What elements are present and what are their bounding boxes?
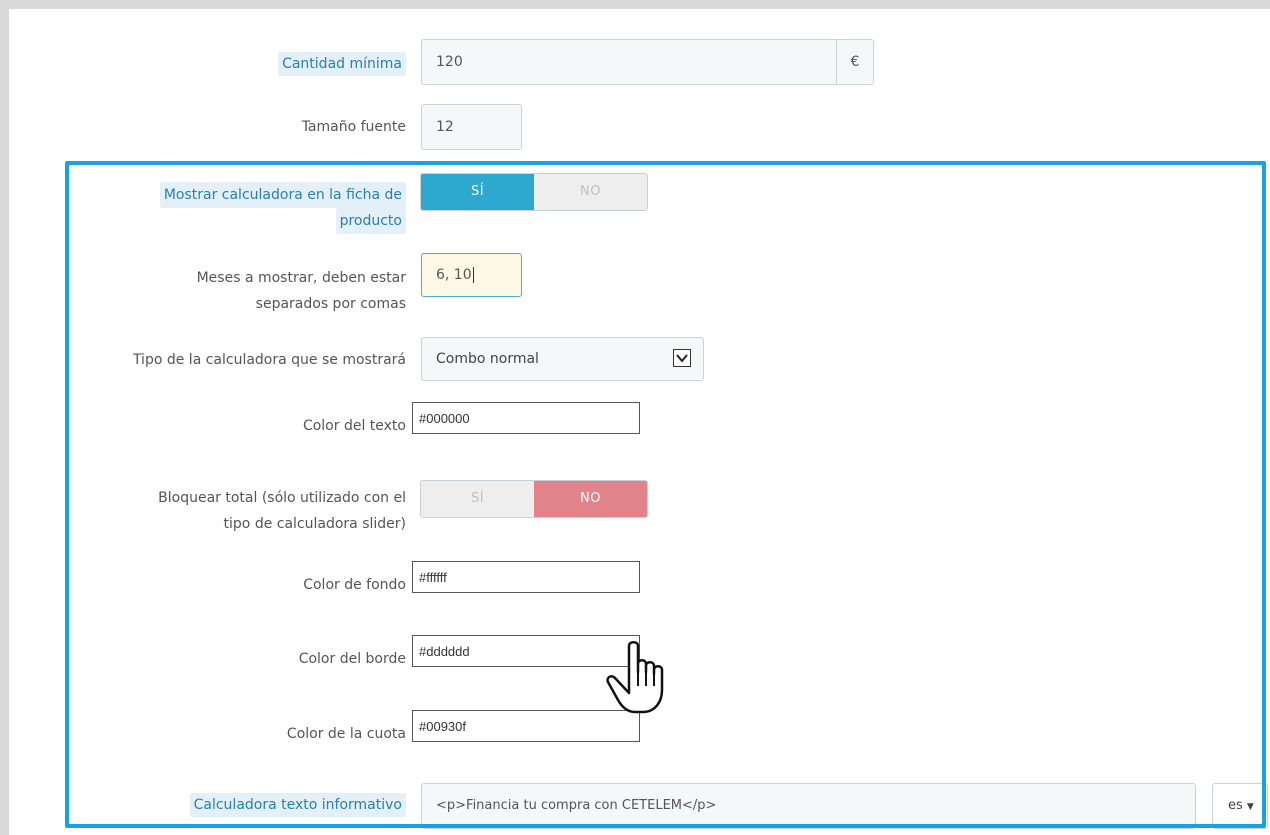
color-borde-label: Color del borde bbox=[298, 651, 406, 667]
language-label: es bbox=[1228, 798, 1243, 813]
language-dropdown-button[interactable]: es ▼ bbox=[1212, 783, 1268, 829]
meses-value: 6, 10 bbox=[436, 267, 474, 283]
tamano-fuente-value: 12 bbox=[436, 119, 454, 135]
bloquear-total-label: Bloquear total (sólo utilizado con el ti… bbox=[158, 490, 406, 532]
tamano-fuente-label: Tamaño fuente bbox=[301, 119, 406, 135]
tamano-fuente-input[interactable]: 12 bbox=[421, 104, 522, 150]
bloquear-total-toggle[interactable]: SÍ NO bbox=[420, 480, 648, 518]
hand-pointer-icon bbox=[603, 638, 683, 722]
color-texto-input[interactable] bbox=[412, 402, 640, 434]
cantidad-minima-input[interactable]: 120 € bbox=[421, 39, 874, 85]
currency-addon: € bbox=[836, 40, 873, 84]
color-texto-label: Color del texto bbox=[302, 418, 406, 434]
meses-input[interactable]: 6, 10 bbox=[421, 253, 522, 297]
chevron-down-icon[interactable] bbox=[673, 349, 691, 367]
meses-label: Meses a mostrar, deben estar separados p… bbox=[196, 270, 406, 312]
toggle-yes-option[interactable]: SÍ bbox=[421, 481, 534, 517]
mostrar-calculadora-label: Mostrar calculadora en la ficha de produ… bbox=[159, 182, 406, 234]
texto-informativo-label: Calculadora texto informativo bbox=[189, 793, 406, 817]
tipo-calculadora-label: Tipo de la calculadora que se mostrará bbox=[132, 352, 406, 368]
toggle-no-option[interactable]: NO bbox=[534, 174, 647, 210]
cantidad-minima-value: 120 bbox=[436, 54, 463, 70]
color-cuota-label: Color de la cuota bbox=[286, 726, 406, 742]
caret-down-icon: ▼ bbox=[1246, 802, 1254, 812]
toggle-no-option[interactable]: NO bbox=[534, 481, 647, 517]
toggle-yes-option[interactable]: SÍ bbox=[421, 174, 534, 210]
color-fondo-label: Color de fondo bbox=[303, 577, 406, 593]
texto-informativo-input[interactable]: <p>Financia tu compra con CETELEM</p> bbox=[421, 783, 1196, 829]
mostrar-calculadora-toggle[interactable]: SÍ NO bbox=[420, 173, 648, 211]
texto-informativo-value: <p>Financia tu compra con CETELEM</p> bbox=[436, 798, 717, 813]
tipo-calculadora-select[interactable]: Combo normal bbox=[421, 337, 704, 381]
color-fondo-input[interactable] bbox=[412, 561, 640, 593]
cantidad-minima-label: Cantidad mínima bbox=[278, 52, 406, 76]
tipo-calculadora-value: Combo normal bbox=[436, 351, 539, 367]
